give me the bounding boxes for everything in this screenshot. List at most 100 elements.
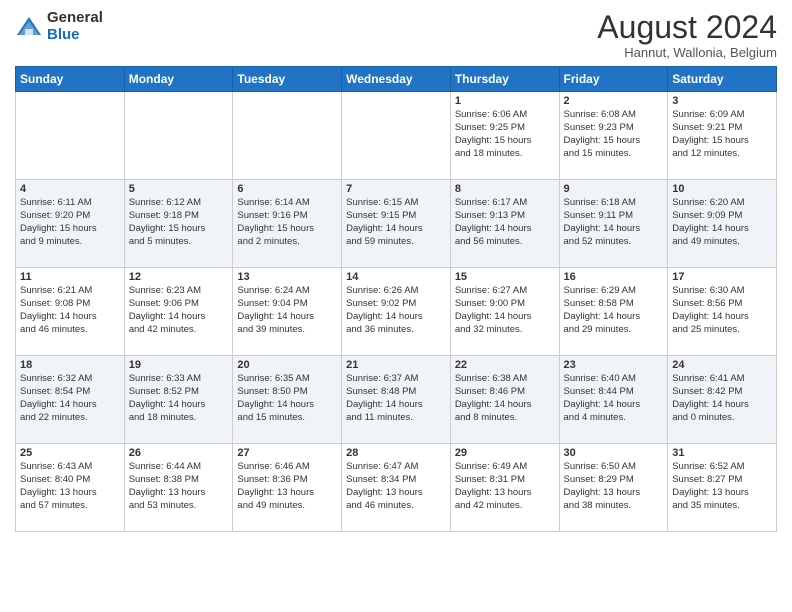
day-number: 2	[564, 95, 664, 107]
calendar-cell: 18Sunrise: 6:32 AMSunset: 8:54 PMDayligh…	[16, 356, 125, 444]
day-info: Sunrise: 6:37 AMSunset: 8:48 PMDaylight:…	[346, 373, 446, 424]
day-of-week-tuesday: Tuesday	[233, 67, 342, 92]
day-number: 23	[564, 359, 664, 371]
calendar-cell: 2Sunrise: 6:08 AMSunset: 9:23 PMDaylight…	[559, 92, 668, 180]
day-number: 6	[237, 183, 337, 195]
calendar-cell: 30 Sunrise: 6:50 AMSunset: 8:29 PMDayligh…	[559, 444, 668, 532]
day-number: 1	[455, 95, 555, 107]
calendar-cell: 7 Sunrise: 6:15 AMSunset: 9:15 PMDaylight…	[342, 180, 451, 268]
calendar-cell: 1 Sunrise: 6:06 AMSunset: 9:25 PMDaylight…	[450, 92, 559, 180]
week-row: 4Sunrise: 6:11 AMSunset: 9:20 PMDaylight…	[16, 180, 777, 268]
day-number: 9	[564, 183, 664, 195]
day-info: Sunrise: 6:17 AMSunset: 9:13 PMDaylight:…	[455, 197, 555, 248]
day-info: Sunrise: 6:30 AMSunset: 8:56 PMDaylight:…	[672, 285, 772, 336]
title-area: August 2024 Hannut, Wallonia, Belgium	[597, 10, 777, 60]
calendar-cell	[16, 92, 125, 180]
day-info: Sunrise: 6:27 AMSunset: 9:00 PMDaylight:…	[455, 285, 555, 336]
day-number: 13	[237, 271, 337, 283]
calendar-cell: 9 Sunrise: 6:18 AMSunset: 9:11 PMDaylight…	[559, 180, 668, 268]
day-info: Sunrise: 6:40 AMSunset: 8:44 PMDaylight:…	[564, 373, 664, 424]
week-row: 25 Sunrise: 6:43 AMSunset: 8:40 PMDayligh…	[16, 444, 777, 532]
calendar-cell	[233, 92, 342, 180]
day-number: 31	[672, 447, 772, 459]
day-number: 4	[20, 183, 120, 195]
day-info: Sunrise: 6:12 AMSunset: 9:18 PMDaylight:…	[129, 197, 229, 248]
header-row: SundayMondayTuesdayWednesdayThursdayFrid…	[16, 67, 777, 92]
month-title: August 2024	[597, 10, 777, 45]
day-of-week-wednesday: Wednesday	[342, 67, 451, 92]
logo-text: General Blue	[47, 10, 103, 43]
day-info: Sunrise: 6:52 AMSunset: 8:27 PMDaylight:…	[672, 461, 772, 512]
day-info: Sunrise: 6:49 AMSunset: 8:31 PMDaylight:…	[455, 461, 555, 512]
calendar-cell: 23 Sunrise: 6:40 AMSunset: 8:44 PMDayligh…	[559, 356, 668, 444]
day-number: 10	[672, 183, 772, 195]
calendar-cell: 17Sunrise: 6:30 AMSunset: 8:56 PMDayligh…	[668, 268, 777, 356]
day-of-week-sunday: Sunday	[16, 67, 125, 92]
day-number: 26	[129, 447, 229, 459]
logo-icon	[15, 13, 43, 41]
calendar-cell: 22 Sunrise: 6:38 AMSunset: 8:46 PMDayligh…	[450, 356, 559, 444]
day-info: Sunrise: 6:09 AMSunset: 9:21 PMDaylight:…	[672, 109, 772, 160]
day-number: 19	[129, 359, 229, 371]
day-info: Sunrise: 6:50 AMSunset: 8:29 PMDaylight:…	[564, 461, 664, 512]
week-row: 11Sunrise: 6:21 AMSunset: 9:08 PMDayligh…	[16, 268, 777, 356]
day-info: Sunrise: 6:41 AMSunset: 8:42 PMDaylight:…	[672, 373, 772, 424]
day-info: Sunrise: 6:38 AMSunset: 8:46 PMDaylight:…	[455, 373, 555, 424]
day-info: Sunrise: 6:44 AMSunset: 8:38 PMDaylight:…	[129, 461, 229, 512]
calendar-cell: 3Sunrise: 6:09 AMSunset: 9:21 PMDaylight…	[668, 92, 777, 180]
calendar-cell	[342, 92, 451, 180]
day-info: Sunrise: 6:14 AMSunset: 9:16 PMDaylight:…	[237, 197, 337, 248]
day-of-week-thursday: Thursday	[450, 67, 559, 92]
day-info: Sunrise: 6:26 AMSunset: 9:02 PMDaylight:…	[346, 285, 446, 336]
day-number: 12	[129, 271, 229, 283]
calendar-cell: 27Sunrise: 6:46 AMSunset: 8:36 PMDayligh…	[233, 444, 342, 532]
day-of-week-friday: Friday	[559, 67, 668, 92]
calendar-cell: 10Sunrise: 6:20 AMSunset: 9:09 PMDayligh…	[668, 180, 777, 268]
day-number: 8	[455, 183, 555, 195]
calendar-cell: 14Sunrise: 6:26 AMSunset: 9:02 PMDayligh…	[342, 268, 451, 356]
calendar-cell: 12 Sunrise: 6:23 AMSunset: 9:06 PMDayligh…	[124, 268, 233, 356]
calendar-cell: 11Sunrise: 6:21 AMSunset: 9:08 PMDayligh…	[16, 268, 125, 356]
day-number: 18	[20, 359, 120, 371]
calendar-cell: 21 Sunrise: 6:37 AMSunset: 8:48 PMDayligh…	[342, 356, 451, 444]
calendar-cell: 28Sunrise: 6:47 AMSunset: 8:34 PMDayligh…	[342, 444, 451, 532]
day-info: Sunrise: 6:24 AMSunset: 9:04 PMDaylight:…	[237, 285, 337, 336]
logo: General Blue	[15, 10, 103, 43]
calendar-cell: 29 Sunrise: 6:49 AMSunset: 8:31 PMDayligh…	[450, 444, 559, 532]
day-number: 22	[455, 359, 555, 371]
day-number: 21	[346, 359, 446, 371]
day-number: 27	[237, 447, 337, 459]
day-number: 7	[346, 183, 446, 195]
calendar-cell: 24 Sunrise: 6:41 AMSunset: 8:42 PMDayligh…	[668, 356, 777, 444]
calendar-cell	[124, 92, 233, 180]
calendar-cell: 5 Sunrise: 6:12 AMSunset: 9:18 PMDaylight…	[124, 180, 233, 268]
day-info: Sunrise: 6:15 AMSunset: 9:15 PMDaylight:…	[346, 197, 446, 248]
logo-general: General	[47, 10, 103, 27]
day-info: Sunrise: 6:21 AMSunset: 9:08 PMDaylight:…	[20, 285, 120, 336]
day-number: 20	[237, 359, 337, 371]
day-number: 16	[564, 271, 664, 283]
calendar-cell: 13 Sunrise: 6:24 AMSunset: 9:04 PMDayligh…	[233, 268, 342, 356]
day-info: Sunrise: 6:43 AMSunset: 8:40 PMDaylight:…	[20, 461, 120, 512]
calendar-cell: 20Sunrise: 6:35 AMSunset: 8:50 PMDayligh…	[233, 356, 342, 444]
day-number: 25	[20, 447, 120, 459]
day-info: Sunrise: 6:33 AMSunset: 8:52 PMDaylight:…	[129, 373, 229, 424]
week-row: 18Sunrise: 6:32 AMSunset: 8:54 PMDayligh…	[16, 356, 777, 444]
logo-blue: Blue	[47, 27, 103, 44]
day-info: Sunrise: 6:06 AMSunset: 9:25 PMDaylight:…	[455, 109, 555, 160]
day-info: Sunrise: 6:18 AMSunset: 9:11 PMDaylight:…	[564, 197, 664, 248]
calendar-header: SundayMondayTuesdayWednesdayThursdayFrid…	[16, 67, 777, 92]
week-row: 1 Sunrise: 6:06 AMSunset: 9:25 PMDaylight…	[16, 92, 777, 180]
day-info: Sunrise: 6:23 AMSunset: 9:06 PMDaylight:…	[129, 285, 229, 336]
calendar-cell: 15Sunrise: 6:27 AMSunset: 9:00 PMDayligh…	[450, 268, 559, 356]
calendar-cell: 16Sunrise: 6:29 AMSunset: 8:58 PMDayligh…	[559, 268, 668, 356]
day-number: 30	[564, 447, 664, 459]
day-number: 24	[672, 359, 772, 371]
header: General Blue August 2024 Hannut, Walloni…	[15, 10, 777, 60]
day-of-week-saturday: Saturday	[668, 67, 777, 92]
day-info: Sunrise: 6:47 AMSunset: 8:34 PMDaylight:…	[346, 461, 446, 512]
day-of-week-monday: Monday	[124, 67, 233, 92]
day-number: 29	[455, 447, 555, 459]
day-number: 5	[129, 183, 229, 195]
calendar-cell: 8 Sunrise: 6:17 AMSunset: 9:13 PMDaylight…	[450, 180, 559, 268]
